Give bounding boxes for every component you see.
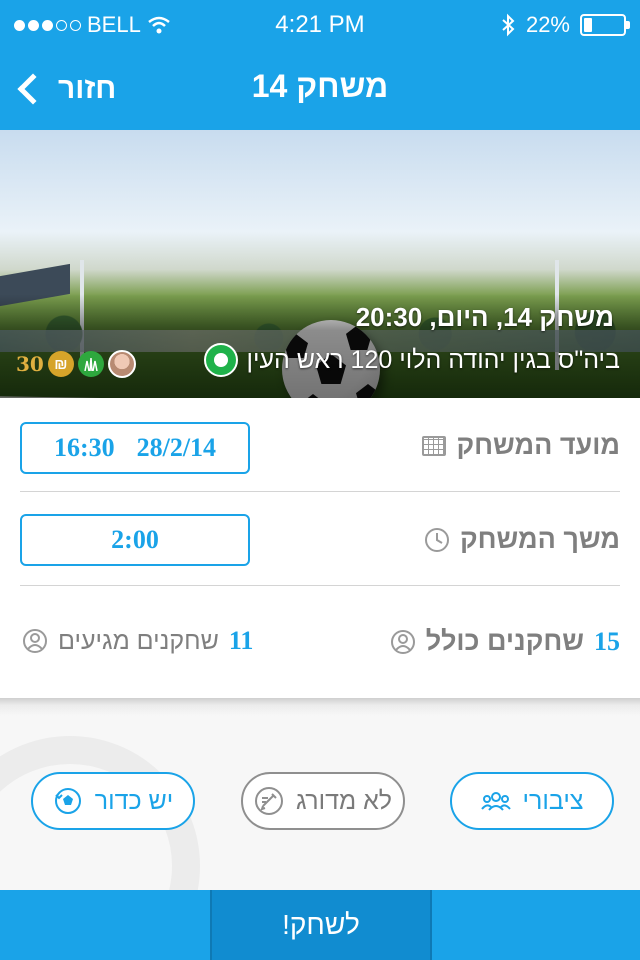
grass-field-icon: [77, 351, 104, 377]
price-value: 30: [16, 352, 44, 376]
location-pin-icon: [204, 343, 239, 377]
arriving-players-group: שחקנים מגיעים 11: [22, 626, 253, 656]
clock-icon: [424, 527, 449, 552]
total-players-group: שחקנים כולל 15: [390, 626, 620, 657]
public-label: ציבורי: [522, 786, 584, 815]
total-players-label: שחקנים כולל: [425, 626, 584, 656]
game-location-line: ביה"ס בגין יהודה הלוי 120 ראש העין: [204, 342, 620, 378]
public-toggle[interactable]: ציבורי: [450, 772, 614, 830]
battery-level: [584, 18, 592, 32]
navigation-bar: חזור משחק 14: [0, 50, 640, 130]
time-value: 16:30: [53, 433, 115, 462]
section-shadow: [0, 698, 640, 716]
total-players-count: 15: [594, 626, 620, 656]
date-label: מועד המשחק: [456, 430, 620, 460]
status-bar: BELL 4:21 PM 22%: [0, 0, 640, 50]
date-value: 28/2/14: [136, 433, 217, 462]
date-time-field[interactable]: 16:30 28/2/14: [20, 422, 250, 474]
user-icon: [390, 629, 415, 654]
has-ball-label: יש כדור: [94, 786, 174, 815]
battery-percent: 22%: [525, 12, 570, 37]
play-button[interactable]: לשחק!: [210, 890, 432, 960]
organizer-avatar[interactable]: [107, 350, 136, 378]
calendar-icon: [422, 435, 447, 456]
game-options: ציבורי לא מדורג יש כדור: [0, 716, 640, 890]
date-label-group: מועד המשחק: [422, 430, 620, 461]
duration-row: משך המשחק 2:00: [0, 492, 640, 586]
status-right: 22%: [500, 12, 630, 38]
game-details: מועד המשחק 16:30 28/2/14 משך המשחק 2:00: [0, 398, 640, 698]
arriving-players-label: שחקנים מגיעים: [58, 626, 219, 655]
edit-note-icon: [254, 787, 283, 815]
user-icon: [23, 629, 47, 653]
group-icon: [480, 792, 511, 811]
players-row: שחקנים כולל 15 שחקנים מגיעים 11: [0, 586, 640, 680]
unranked-toggle[interactable]: לא מדורג: [241, 772, 405, 830]
unranked-label: לא מדורג: [295, 786, 393, 815]
duration-value: 2:00: [111, 525, 159, 554]
shekel-icon: ₪: [47, 351, 74, 377]
ball-refresh-icon: [54, 788, 81, 814]
has-ball-toggle[interactable]: יש כדור: [31, 772, 195, 830]
bluetooth-icon: [502, 13, 515, 37]
game-hero-image: משחק 14, היום, 20:30 ביה"ס בגין יהודה הל…: [0, 130, 640, 398]
duration-label-group: משך המשחק: [424, 524, 620, 555]
game-badges: 30 ₪: [16, 350, 136, 378]
battery-icon: [580, 14, 630, 36]
arriving-players-count: 11: [228, 626, 254, 655]
duration-label: משך המשחק: [459, 524, 620, 554]
bottom-action-bar: לשחק!: [0, 890, 640, 960]
duration-field[interactable]: 2:00: [20, 514, 250, 566]
page-title: משחק 14: [251, 68, 389, 104]
game-title-line: משחק 14, היום, 20:30: [355, 302, 614, 332]
date-row: מועד המשחק 16:30 28/2/14: [0, 398, 640, 492]
game-location: ביה"ס בגין יהודה הלוי 120 ראש העין: [246, 345, 620, 374]
